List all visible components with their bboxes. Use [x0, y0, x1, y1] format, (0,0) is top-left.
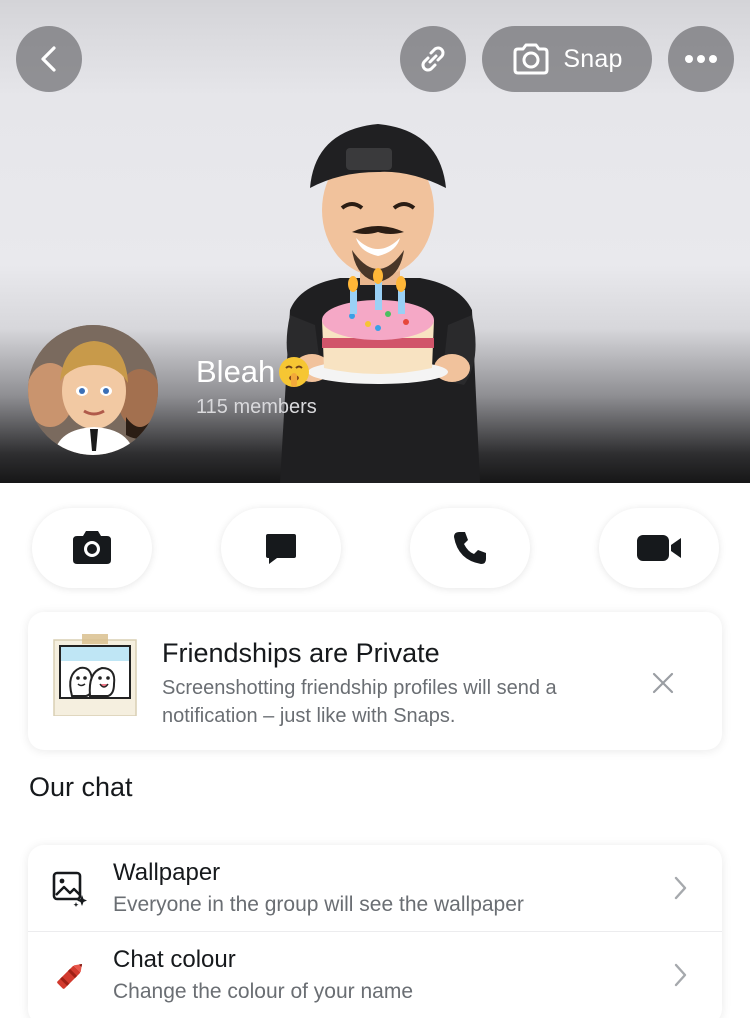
link-icon: [421, 46, 445, 72]
chevron-right-icon: [674, 876, 687, 900]
snap-button[interactable]: Snap: [482, 26, 652, 92]
profile-header: Snap Bleah 115 members: [0, 0, 750, 483]
chat-colour-row[interactable]: Chat colour Change the colour of your na…: [28, 931, 722, 1017]
friendship-polaroid-illustration: [53, 634, 137, 716]
privacy-notice-card: Friendships are Private Screenshotting f…: [28, 612, 722, 750]
camera-icon: [73, 531, 111, 564]
share-link-button[interactable]: [400, 26, 466, 92]
chat-colour-subtitle: Change the colour of your name: [113, 980, 414, 1003]
privacy-title: Friendships are Private: [162, 638, 440, 668]
privacy-description: Screenshotting friendship profiles will …: [162, 677, 557, 727]
section-heading-our-chat: Our chat: [29, 772, 133, 802]
chevron-right-icon: [674, 963, 687, 987]
crayon-icon: [50, 956, 90, 996]
back-button[interactable]: [16, 26, 82, 92]
camera-icon: [513, 43, 549, 75]
chat-settings-list: Wallpaper Everyone in the group will see…: [28, 845, 722, 1018]
shushing-face-icon: [279, 357, 310, 387]
chat-action-button[interactable]: [221, 508, 341, 588]
wallpaper-subtitle: Everyone in the group will see the wallp…: [113, 893, 524, 916]
voice-call-button[interactable]: [410, 508, 530, 588]
snap-button-label: Snap: [563, 44, 623, 73]
chevron-left-icon: [41, 46, 56, 72]
wallpaper-icon: [50, 869, 90, 909]
video-icon: [637, 535, 681, 561]
camera-action-button[interactable]: [32, 508, 152, 588]
chat-icon: [266, 534, 296, 564]
member-count: 115 members: [196, 396, 317, 418]
dismiss-button[interactable]: [648, 668, 678, 698]
more-options-button[interactable]: [668, 26, 734, 92]
group-avatar-illustration: [28, 325, 158, 455]
wallpaper-row[interactable]: Wallpaper Everyone in the group will see…: [28, 845, 722, 931]
group-avatar[interactable]: [28, 325, 158, 455]
phone-icon: [454, 532, 486, 564]
wallpaper-title: Wallpaper: [113, 859, 221, 886]
close-icon: [652, 672, 674, 694]
chat-colour-title: Chat colour: [113, 946, 236, 973]
group-name-text: Bleah: [196, 354, 276, 389]
more-dots-icon: [685, 55, 717, 63]
video-call-button[interactable]: [599, 508, 719, 588]
bitmoji-avatar-illustration: [280, 124, 480, 483]
group-name: Bleah: [196, 354, 311, 390]
